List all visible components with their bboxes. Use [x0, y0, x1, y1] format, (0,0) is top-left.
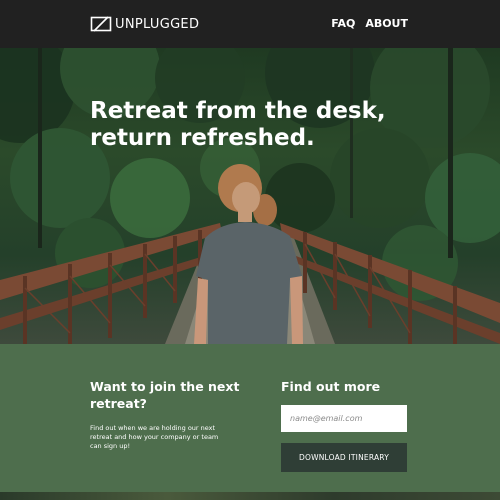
hero-section: Retreat from the desk, return refreshed. [0, 48, 500, 344]
brand-name: UNPLUGGED [115, 16, 200, 32]
find-out-title: Find out more [281, 379, 381, 394]
cta-section: Want to join the next retreat? Find out … [0, 344, 500, 492]
brand-logo[interactable]: UNPLUGGED [90, 15, 199, 33]
nav-link-faq[interactable]: FAQ [331, 17, 355, 30]
navbar: UNPLUGGED FAQ ABOUT [0, 0, 500, 48]
download-itinerary-button[interactable]: DOWNLOAD ITINERARY [281, 443, 407, 472]
forest-bridge-photo [0, 48, 500, 344]
find-out-block: Find out more DOWNLOAD ITINERARY [281, 378, 409, 472]
footer-image-strip [0, 492, 500, 500]
join-block: Want to join the next retreat? Find out … [90, 378, 250, 451]
join-description: Find out when we are holding our next re… [90, 424, 219, 450]
nav-links: FAQ ABOUT [331, 17, 408, 30]
hero-heading: Retreat from the desk, return refreshed. [90, 98, 386, 151]
unplugged-box-icon [90, 16, 112, 32]
nav-link-about[interactable]: ABOUT [365, 17, 408, 30]
join-title: Want to join the next retreat? [90, 379, 240, 411]
email-input[interactable] [281, 405, 407, 432]
